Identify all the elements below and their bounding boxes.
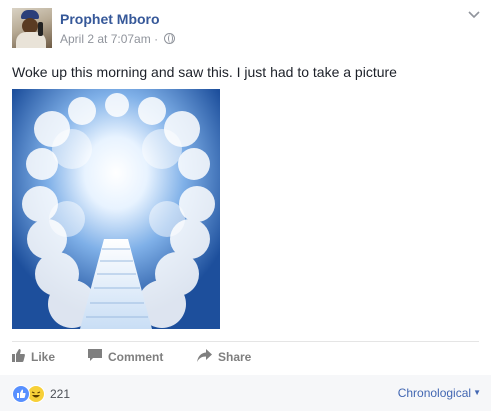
comment-icon: [88, 349, 102, 365]
post-header: Prophet Mboro April 2 at 7:07am ·: [0, 0, 491, 56]
author-avatar[interactable]: [12, 8, 52, 48]
share-button[interactable]: Share: [197, 349, 251, 365]
author-name[interactable]: Prophet Mboro: [60, 11, 160, 27]
like-button[interactable]: Like: [12, 349, 55, 365]
comment-button[interactable]: Comment: [88, 349, 163, 365]
reaction-count: 221: [50, 387, 71, 401]
share-icon: [197, 349, 212, 365]
post-meta: April 2 at 7:07am ·: [60, 32, 176, 46]
reaction-summary[interactable]: 221: [12, 385, 70, 403]
divider: [12, 341, 479, 342]
post-photo[interactable]: [12, 89, 220, 329]
reactions-footer: 221 Chronological ▼: [0, 375, 491, 411]
post-text: Woke up this morning and saw this. I jus…: [12, 64, 397, 80]
comment-sort-dropdown[interactable]: Chronological ▼: [398, 386, 481, 400]
like-icon: [12, 385, 30, 403]
share-label: Share: [218, 350, 252, 364]
globe-icon[interactable]: [164, 33, 176, 44]
meta-separator: ·: [154, 32, 159, 46]
chevron-down-icon[interactable]: [467, 10, 481, 22]
like-label: Like: [31, 350, 56, 364]
comment-label: Comment: [108, 350, 164, 364]
post-actions: Like Comment Share: [0, 344, 491, 372]
thumbs-up-icon: [12, 349, 25, 365]
post-timestamp[interactable]: April 2 at 7:07am: [60, 32, 151, 46]
sort-label: Chronological: [397, 386, 472, 400]
caret-down-icon: ▼: [473, 388, 481, 397]
